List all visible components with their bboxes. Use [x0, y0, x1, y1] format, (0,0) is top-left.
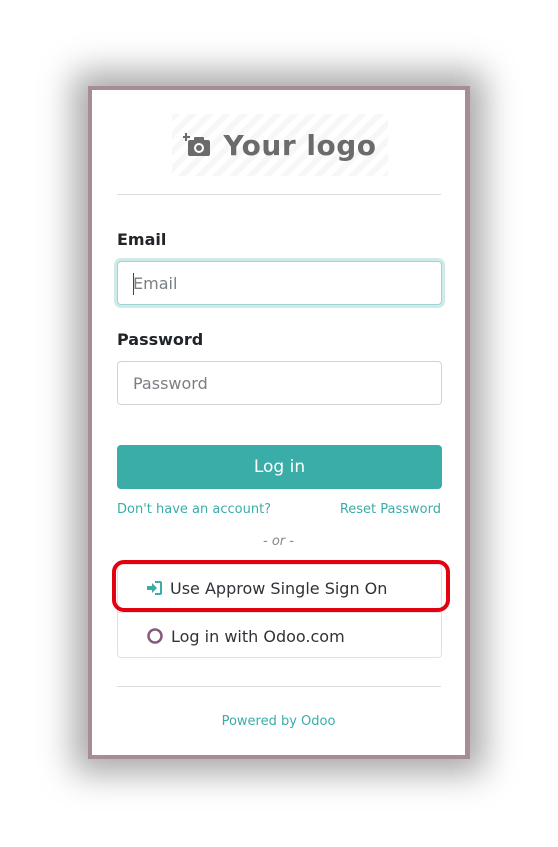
signup-link[interactable]: Don't have an account? — [117, 502, 271, 517]
oauth-item-odoo[interactable]: Log in with Odoo.com — [118, 612, 441, 659]
footer-divider — [117, 686, 441, 687]
password-field[interactable] — [118, 362, 441, 404]
powered-by-link[interactable]: Powered by Odoo — [92, 714, 465, 729]
camera-add-icon — [183, 133, 211, 156]
email-label: Email — [117, 230, 167, 249]
email-field[interactable] — [118, 262, 441, 304]
odoo-circle-icon — [147, 628, 163, 644]
company-logo: Your logo — [172, 114, 388, 176]
login-window-frame: Your logo Email Password Log in Don't ha… — [88, 86, 470, 759]
text-cursor — [133, 273, 134, 295]
login-card: Your logo Email Password Log in Don't ha… — [92, 90, 465, 755]
reset-password-link[interactable]: Reset Password — [340, 502, 441, 517]
or-separator: - or - — [263, 534, 294, 549]
oauth-item-label: Log in with Odoo.com — [171, 626, 345, 646]
password-field-wrapper — [117, 361, 442, 405]
login-button[interactable]: Log in — [117, 445, 442, 489]
sso-highlight-annotation — [112, 560, 450, 612]
password-label: Password — [117, 330, 204, 349]
logo-divider — [117, 194, 441, 195]
logo-text: Your logo — [223, 128, 377, 162]
email-field-wrapper — [117, 261, 442, 305]
